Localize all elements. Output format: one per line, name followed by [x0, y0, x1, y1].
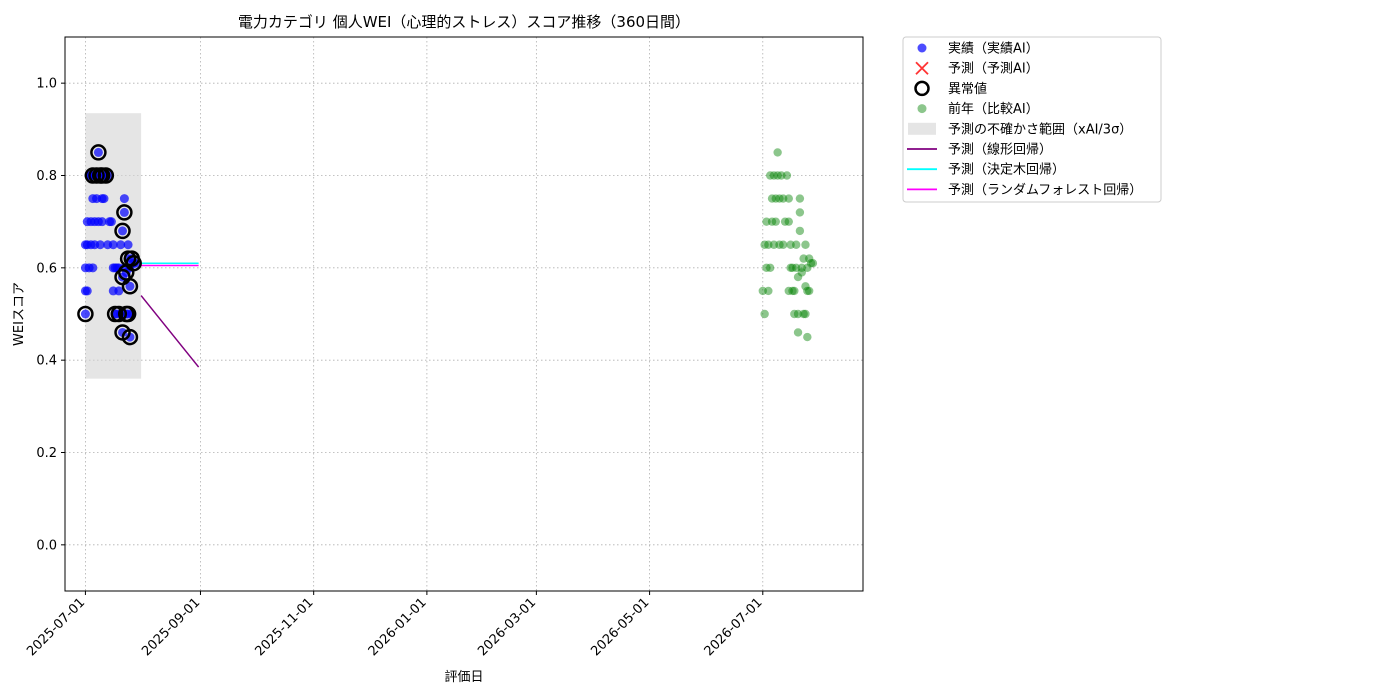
previous-year-point	[801, 309, 810, 319]
previous-year-point	[795, 208, 805, 217]
previous-year-point	[808, 259, 818, 268]
legend-label: 前年（比較AI）	[948, 101, 1039, 117]
previous-year-point	[779, 240, 788, 249]
x-tick-label: 2026-03-01	[475, 595, 539, 659]
previous-year-point	[804, 286, 814, 296]
actual-point	[118, 226, 128, 236]
previous-year-point	[773, 148, 782, 157]
x-tick-label: 2026-07-01	[702, 595, 766, 659]
x-tick-label: 2025-07-01	[24, 595, 88, 659]
legend-label: 予測（ランダムフォレスト回帰）	[948, 182, 1142, 198]
legend-marker	[908, 122, 936, 135]
previous-year-point	[793, 328, 803, 337]
previous-year-point	[795, 194, 805, 203]
previous-year-point	[795, 226, 805, 236]
previous-year-point	[784, 194, 793, 203]
actual-point	[82, 286, 92, 296]
previous-year-point	[801, 240, 810, 249]
x-axis-label: 評価日	[444, 670, 483, 685]
wei-score-chart: 2025-07-01 2025-09-01 2025-11-01 2026-01-01…	[12, 13, 1162, 685]
actual-point	[88, 263, 98, 273]
legend-label: 予測の不確かさ範囲（xAI/3σ）	[948, 121, 1132, 137]
previous-year-point	[766, 263, 775, 273]
actual-point	[119, 194, 129, 204]
legend-marker	[917, 43, 927, 53]
x-tick-label: 2026-01-01	[366, 595, 430, 659]
previous-year-point	[790, 286, 799, 296]
previous-year-point	[784, 217, 793, 226]
x-tick-label: 2025-09-01	[139, 595, 203, 659]
y-axis-ticks: 0.0 0.2 0.4 0.6 0.8 1.0	[36, 77, 65, 553]
previous-year-point	[791, 240, 801, 249]
y-tick-label: 0.8	[36, 169, 57, 184]
previous-year-point	[771, 217, 780, 226]
x-axis-ticks: 2025-07-01 2025-09-01 2025-11-01 2026-01-01…	[24, 591, 766, 659]
legend-label: 異常値	[948, 81, 987, 97]
legend-marker	[917, 104, 927, 114]
y-tick-label: 0.4	[36, 354, 57, 369]
y-tick-label: 0.0	[36, 538, 57, 553]
x-tick-label: 2026-05-01	[588, 595, 652, 659]
chart-title: 電力カテゴリ 個人WEI（心理的ストレス）スコア推移（360日間）	[238, 13, 690, 31]
y-axis-label: WEIスコア	[12, 282, 27, 346]
legend-label: 予測（線形回帰）	[948, 142, 1052, 158]
actual-point	[93, 147, 103, 157]
y-tick-label: 1.0	[36, 77, 57, 92]
legend-label: 予測（決定木回帰）	[948, 162, 1065, 178]
actual-point	[119, 207, 129, 217]
previous-year-point	[764, 286, 773, 296]
x-tick-label: 2025-11-01	[252, 595, 316, 659]
actual-point	[80, 309, 90, 319]
y-tick-label: 0.6	[36, 261, 57, 276]
legend: 実績（実績AI） 予測（予測AI） 異常値前年（比較AI） 予測の不確かさ範囲（xAI…	[902, 36, 1162, 203]
legend-label: 予測（予測AI）	[948, 62, 1039, 77]
plot-background	[65, 37, 863, 591]
actual-point	[123, 240, 133, 250]
previous-year-point	[782, 171, 792, 180]
actual-point	[106, 217, 116, 227]
actual-point	[99, 194, 109, 204]
previous-year-point	[803, 332, 812, 342]
previous-year-point	[760, 309, 769, 319]
legend-label: 実績（実績AI）	[948, 41, 1039, 57]
y-tick-label: 0.2	[36, 446, 57, 461]
